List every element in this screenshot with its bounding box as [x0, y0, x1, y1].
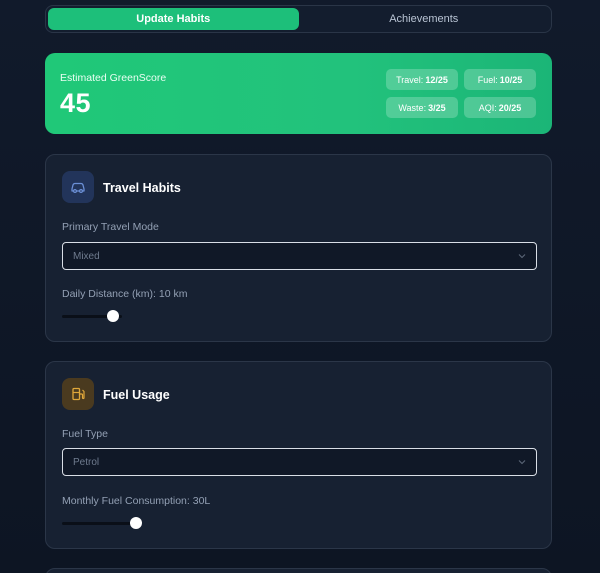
slider-thumb[interactable] — [107, 310, 119, 322]
pill-name: Fuel: — [477, 74, 498, 85]
travel-habits-card: Travel Habits Primary Travel Mode Mixed … — [45, 154, 552, 342]
travel-mode-label: Primary Travel Mode — [62, 221, 159, 233]
fuel-usage-card: Fuel Usage Fuel Type Petrol Monthly Fuel… — [45, 361, 552, 549]
fuel-type-label: Fuel Type — [62, 428, 108, 440]
tab-bar: Update Habits Achievements — [45, 5, 552, 33]
greenscore-label: Estimated GreenScore — [60, 72, 167, 84]
pill-name: AQI: — [478, 102, 497, 113]
greenscore-value: 45 — [60, 88, 92, 118]
fuel-consumption-slider[interactable] — [62, 517, 143, 529]
fuel-consumption-label: Monthly Fuel Consumption: 30L — [62, 495, 211, 507]
tab-achievements[interactable]: Achievements — [299, 8, 550, 30]
fuel-type-select[interactable]: Petrol — [62, 448, 537, 476]
daily-distance-label: Daily Distance (km): 10 km — [62, 288, 188, 300]
waste-score-pill: Waste: 3/25 — [386, 97, 458, 118]
fuel-score-pill: Fuel: 10/25 — [464, 69, 536, 90]
tab-update-habits[interactable]: Update Habits — [48, 8, 299, 30]
pill-value: 12/25 — [425, 74, 448, 85]
car-icon — [62, 171, 94, 203]
next-habit-card — [45, 568, 552, 573]
chevron-down-icon — [518, 460, 526, 465]
travel-mode-value: Mixed — [73, 250, 100, 262]
pill-value: 3/25 — [428, 102, 446, 113]
travel-mode-select[interactable]: Mixed — [62, 242, 537, 270]
slider-thumb[interactable] — [130, 517, 143, 529]
travel-score-pill: Travel: 12/25 — [386, 69, 458, 90]
pill-value: 20/25 — [498, 102, 522, 113]
greenscore-banner: Estimated GreenScore 45 Travel: 12/25 Fue… — [45, 53, 552, 134]
pill-name: Waste: — [398, 102, 427, 113]
pill-name: Travel: — [396, 74, 424, 85]
fuel-type-value: Petrol — [73, 456, 100, 468]
daily-distance-slider[interactable] — [62, 310, 122, 322]
travel-habits-title: Travel Habits — [103, 181, 181, 195]
fuel-pump-icon — [62, 378, 94, 410]
chevron-down-icon — [518, 254, 526, 259]
fuel-usage-title: Fuel Usage — [103, 388, 170, 402]
aqi-score-pill: AQI: 20/25 — [464, 97, 536, 118]
pill-value: 10/25 — [499, 74, 523, 85]
score-breakdown: Travel: 12/25 Fuel: 10/25 Waste: 3/25 AQI: 2… — [386, 69, 536, 118]
app-page: Update Habits Achievements Estimated Gre… — [0, 0, 600, 573]
